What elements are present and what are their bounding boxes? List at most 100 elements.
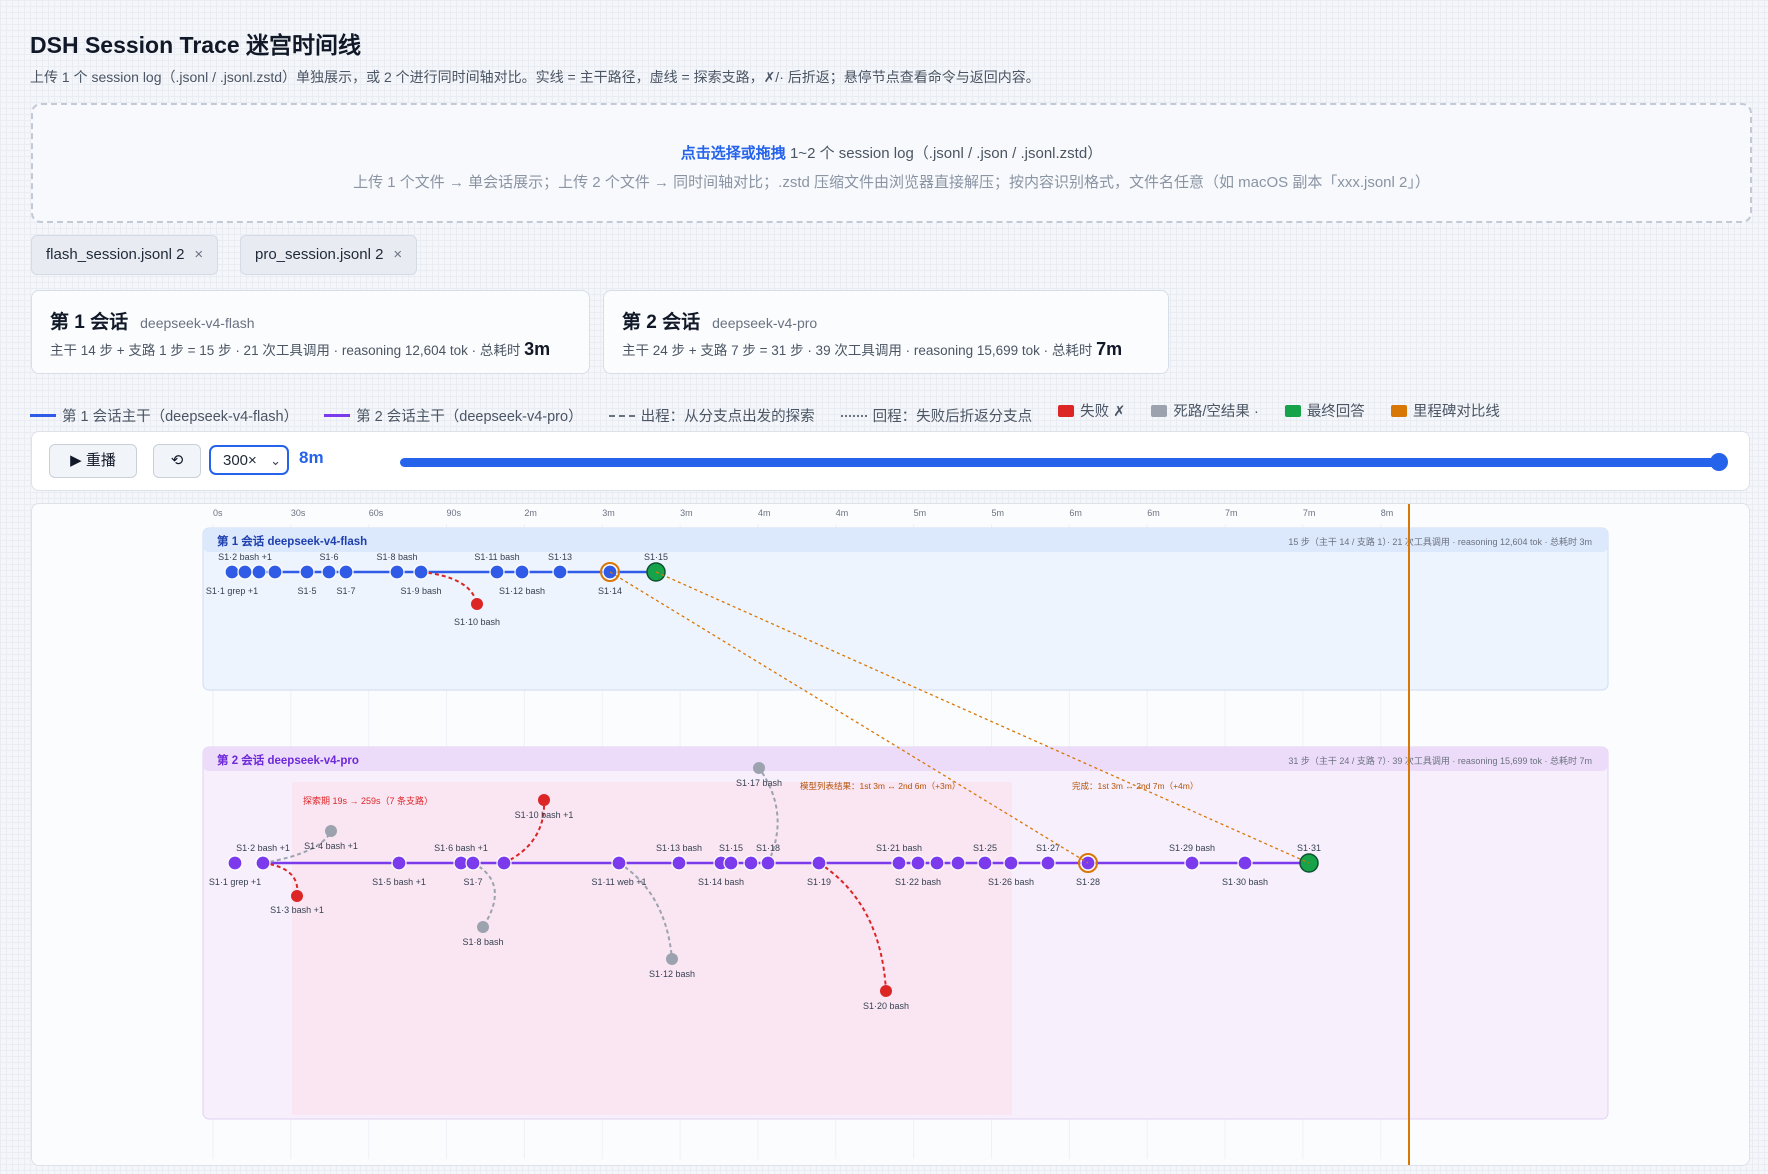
step-node[interactable] [299,564,315,580]
lane-1-stats: 15 步（主干 14 / 支路 1）· 21 次工具调用 · reasoning… [1288,536,1592,547]
step-node[interactable] [811,855,827,871]
lane-1-title: 第 1 会话 deepseek-v4-flash [217,534,367,548]
session-card-title: 第 2 会话 [622,312,701,333]
fail-node [471,598,483,610]
step-node[interactable] [1184,855,1200,871]
node-label: S1·31 [1297,843,1321,853]
file-chip: pro_session.jsonl 2 × [240,235,418,275]
step-node[interactable] [950,855,966,871]
timeline-slider[interactable] [400,453,1728,471]
node-label: S1·22 bash [895,877,941,887]
node-label: S1·2 bash +1 [236,843,290,853]
explore-region [292,782,1012,1115]
node-label: S1·7 [463,877,482,887]
close-icon[interactable]: × [194,246,203,263]
dead-end-node[interactable] [753,762,765,774]
node-label: S1·8 bash [462,937,503,947]
dropzone-select-link[interactable]: 点击选择或拖拽 [681,145,786,162]
tick-label: 3m [602,508,615,518]
tick-label: 4m [758,508,771,518]
node-label: S1·12 bash [499,586,545,596]
explore-label: 探索期 19s → 259s（7 条支路） [303,795,433,806]
tick-label: 0s [213,508,223,518]
step-node[interactable] [760,855,776,871]
step-node[interactable] [611,855,627,871]
legend-back-label: 回程：失败后折返分支点 [872,409,1033,425]
node-label: S1·11 web +1 [591,877,646,887]
step-node[interactable] [1237,855,1253,871]
session-duration: 3m [524,339,551,359]
step-node[interactable] [977,855,993,871]
step-node[interactable] [489,564,505,580]
node-label: S1·12 bash [649,969,695,979]
node-label: S1·25 [973,843,997,853]
step-node[interactable] [929,855,945,871]
step-node[interactable] [227,855,243,871]
node-label: S1·19 [807,877,831,887]
file-chip-name: pro_session.jsonl 2 [255,246,384,263]
legend-fail: 失败 ✗ [1058,400,1125,421]
step-node[interactable] [389,564,405,580]
node-label: S1·6 [319,552,338,562]
node-label: S1·18 [756,843,780,853]
fail-node[interactable] [880,985,892,997]
step-node[interactable] [496,855,512,871]
step-node[interactable] [910,855,926,871]
node-label: S1·5 [297,586,316,596]
timeline-svg: 0s 30s 60s 90s 2m 3m 3m 4m 4m 5m 5m 6m 6m 7m 7m 8m 第 1 会… [202,504,1609,1165]
step-node[interactable] [723,855,739,871]
lane-2-title: 第 2 会话 deepseek-v4-pro [217,753,359,767]
dead-end-node[interactable] [666,953,678,965]
file-dropzone[interactable]: 点击选择或拖拽 1~2 个 session log（.jsonl / .json… [31,103,1752,223]
fail-node[interactable] [291,890,303,902]
dead-end-node[interactable] [477,921,489,933]
playback-controls: ▶ 重播 ⟲ 300× ⌄ 8m [31,431,1750,491]
reset-button[interactable]: ⟲ [153,444,201,478]
step-node[interactable] [1040,855,1056,871]
node-label: S1·30 bash [1222,877,1268,887]
step-node[interactable] [321,564,337,580]
speed-select[interactable]: 300× ⌄ [209,445,289,475]
legend-out: 出程：从分支点出发的探索 [608,405,815,426]
step-node[interactable] [743,855,759,871]
legend-dead-label: 死路/空结果 · [1173,404,1259,420]
tick-label: 6m [1069,508,1082,518]
tick-label: 30s [291,508,306,518]
replay-button[interactable]: ▶ 重播 [49,444,137,478]
node-label: S1·8 bash [376,552,417,562]
tick-label: 3m [680,508,693,518]
step-node[interactable] [338,564,354,580]
session-card-model: deepseek-v4-flash [140,315,255,331]
step-node[interactable] [514,564,530,580]
node-label: S1·26 bash [988,877,1034,887]
step-node[interactable] [237,564,253,580]
node-label: S1·2 bash +1 [218,552,272,562]
legend-back: 回程：失败后折返分支点 [840,405,1033,426]
node-label: S1·14 bash [698,877,744,887]
close-icon[interactable]: × [393,246,402,263]
node-label: S1·6 bash +1 [434,843,488,853]
step-node[interactable] [465,855,481,871]
session-card-1: 第 1 会话 deepseek-v4-flash 主干 14 步 + 支路 1 步… [31,290,590,374]
slider-knob[interactable] [1710,453,1728,471]
node-label: S1·9 bash [400,586,441,596]
step-node[interactable] [1003,855,1019,871]
step-node[interactable] [552,564,568,580]
step-node[interactable] [391,855,407,871]
fail-node[interactable] [538,794,550,806]
step-node[interactable] [413,564,429,580]
page-subtitle: 上传 1 个 session log（.jsonl / .jsonl.zstd）… [30,69,1040,85]
legend-dead: 死路/空结果 · [1151,400,1259,421]
step-node[interactable] [255,855,271,871]
node-label: S1·15 [719,843,743,853]
step-node[interactable] [671,855,687,871]
page-title: DSH Session Trace 迷宫时间线 [30,32,362,58]
step-node[interactable] [251,564,267,580]
node-label: S1·14 [598,586,622,596]
step-node[interactable] [891,855,907,871]
step-node[interactable] [267,564,283,580]
dead-end-node[interactable] [325,825,337,837]
step-node[interactable] [224,564,240,580]
tick-label: 8m [1381,508,1394,518]
node-label: S1·3 bash +1 [270,905,324,915]
